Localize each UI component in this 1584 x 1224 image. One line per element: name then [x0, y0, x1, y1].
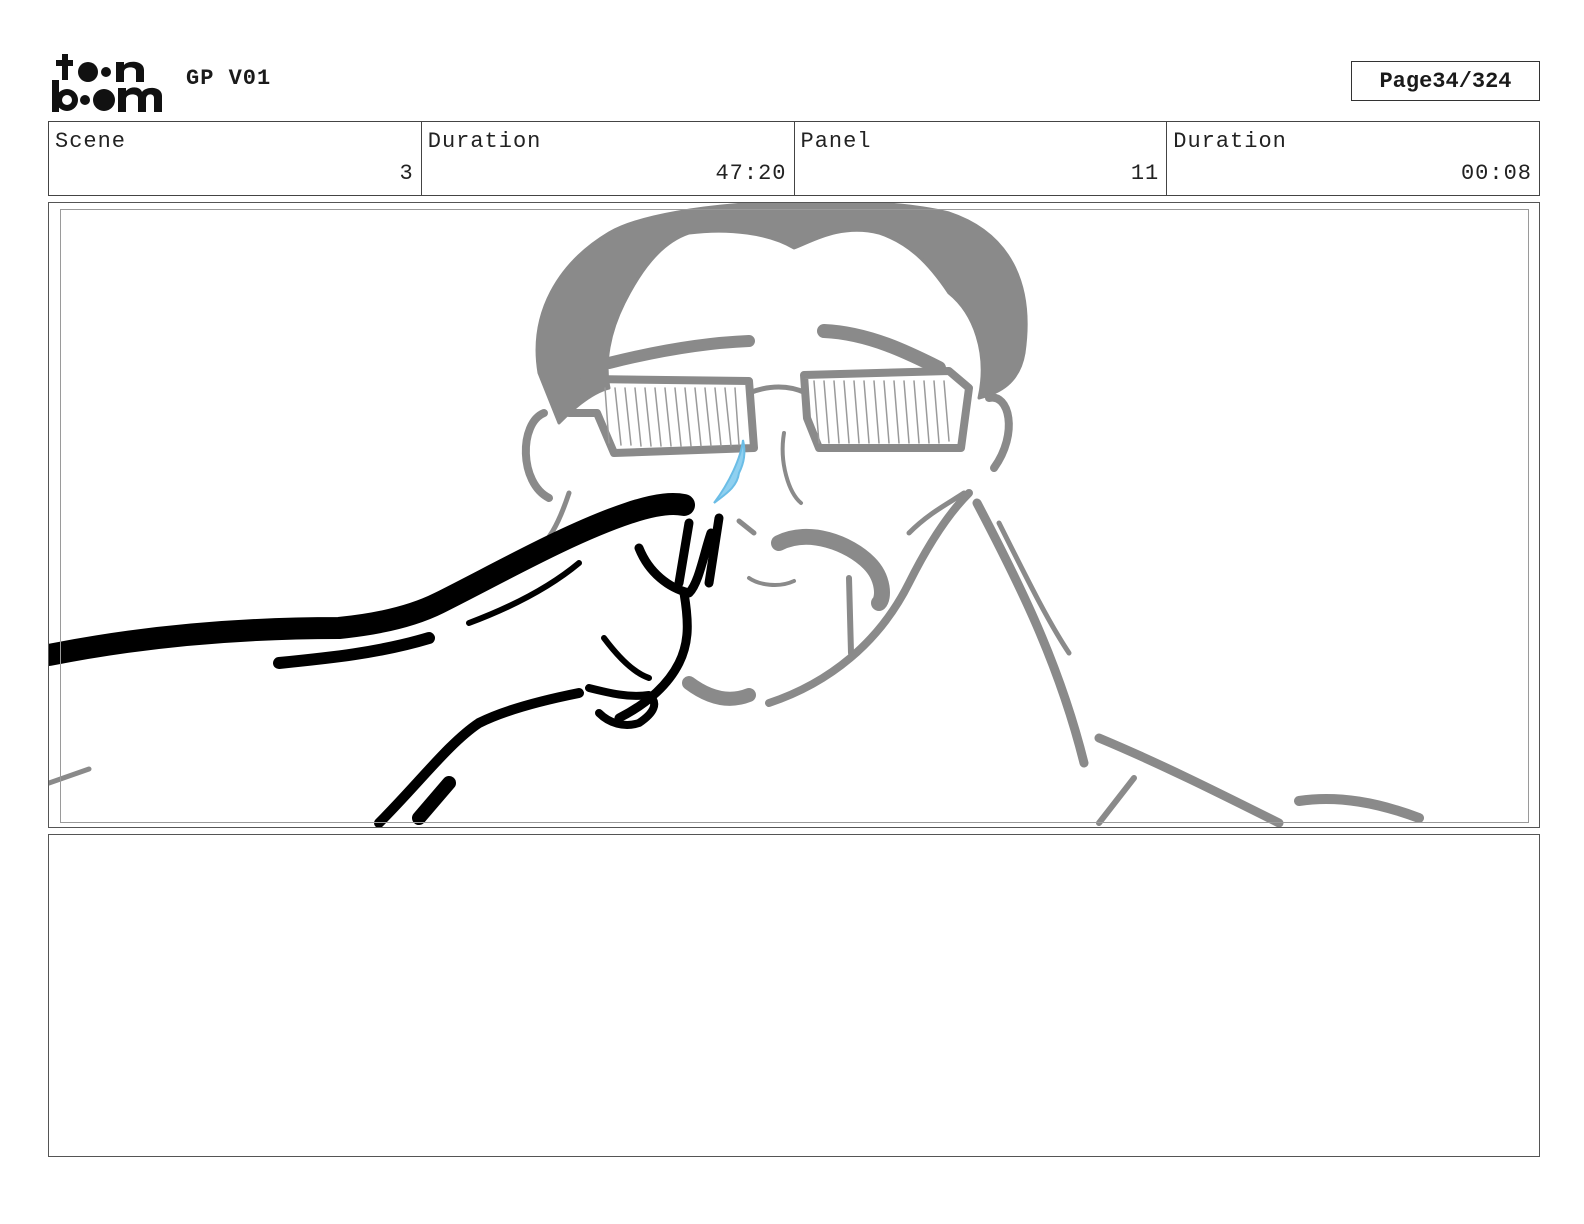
panel-label: Panel: [800, 129, 872, 154]
panel-duration-label: Duration: [1173, 129, 1287, 154]
panel-notes-area[interactable]: [48, 834, 1540, 1157]
page-label: Page: [1379, 68, 1433, 94]
project-title: GP V01: [186, 66, 272, 91]
panel-info-bar: Scene 3 Duration 47:20 Panel 11 Duration…: [48, 121, 1540, 196]
scene-duration-cell: Duration 47:20: [422, 122, 795, 195]
scene-cell: Scene 3: [49, 122, 422, 195]
storyboard-panel-frame: [48, 202, 1540, 828]
panel-cell: Panel 11: [795, 122, 1168, 195]
scene-duration-value: 47:20: [715, 161, 787, 186]
panel-duration-cell: Duration 00:08: [1167, 122, 1539, 195]
toon-boom-logo: [52, 54, 162, 112]
scene-duration-label: Duration: [427, 129, 542, 154]
scene-label: Scene: [55, 129, 127, 154]
page-indicator: Page 34/324: [1351, 61, 1540, 101]
scene-value: 3: [399, 161, 414, 186]
panel-duration-value: 00:08: [1460, 161, 1532, 186]
panel-value: 11: [1130, 161, 1160, 186]
storyboard-sketch-image: [49, 203, 1424, 827]
page-number: 34/324: [1432, 68, 1512, 94]
